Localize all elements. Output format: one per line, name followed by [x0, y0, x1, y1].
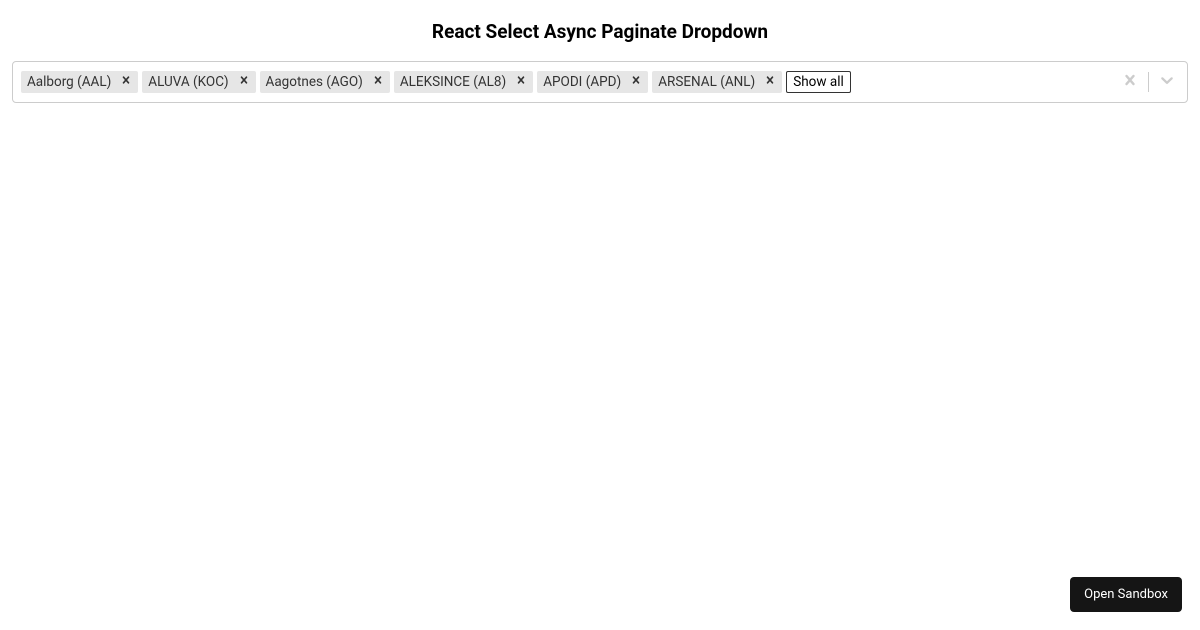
selected-tag-label: ALUVA (KOC) — [142, 71, 231, 93]
open-sandbox-button[interactable]: Open Sandbox — [1070, 577, 1182, 612]
selected-tag: ALUVA (KOC) — [142, 71, 255, 93]
selected-tag-label: Aagotnes (AGO) — [260, 71, 366, 93]
remove-tag-button[interactable] — [624, 71, 648, 93]
select-control[interactable]: Aalborg (AAL) ALUVA (KOC) Aagotnes (AGO) — [12, 61, 1188, 103]
selected-tag-label: ALEKSINCE (AL8) — [394, 71, 509, 93]
selected-tag: ALEKSINCE (AL8) — [394, 71, 533, 93]
selected-tag: Aalborg (AAL) — [21, 71, 138, 93]
selected-tag-label: Aalborg (AAL) — [21, 71, 114, 93]
select-container: Aalborg (AAL) ALUVA (KOC) Aagotnes (AGO) — [12, 61, 1188, 103]
remove-tag-button[interactable] — [758, 71, 782, 93]
selected-tag: Aagotnes (AGO) — [260, 71, 390, 93]
remove-tag-button[interactable] — [509, 71, 533, 93]
show-all-button[interactable]: Show all — [786, 71, 851, 93]
dropdown-toggle[interactable] — [1149, 64, 1185, 100]
clear-all-button[interactable] — [1112, 64, 1148, 100]
remove-tag-button[interactable] — [232, 71, 256, 93]
close-icon — [514, 73, 528, 91]
close-icon — [1120, 70, 1140, 94]
close-icon — [237, 73, 251, 91]
selected-tag: APODI (APD) — [537, 71, 648, 93]
close-icon — [371, 73, 385, 91]
selected-tag-label: ARSENAL (ANL) — [652, 71, 758, 93]
page-title: React Select Async Paginate Dropdown — [0, 0, 1200, 61]
selected-tag-label: APODI (APD) — [537, 71, 624, 93]
close-icon — [763, 73, 777, 91]
close-icon — [629, 73, 643, 91]
remove-tag-button[interactable] — [366, 71, 390, 93]
value-container: Aalborg (AAL) ALUVA (KOC) Aagotnes (AGO) — [15, 67, 1112, 97]
close-icon — [119, 73, 133, 91]
select-indicators — [1112, 64, 1185, 100]
selected-tag: ARSENAL (ANL) — [652, 71, 782, 93]
chevron-down-icon — [1157, 70, 1177, 94]
remove-tag-button[interactable] — [114, 71, 138, 93]
